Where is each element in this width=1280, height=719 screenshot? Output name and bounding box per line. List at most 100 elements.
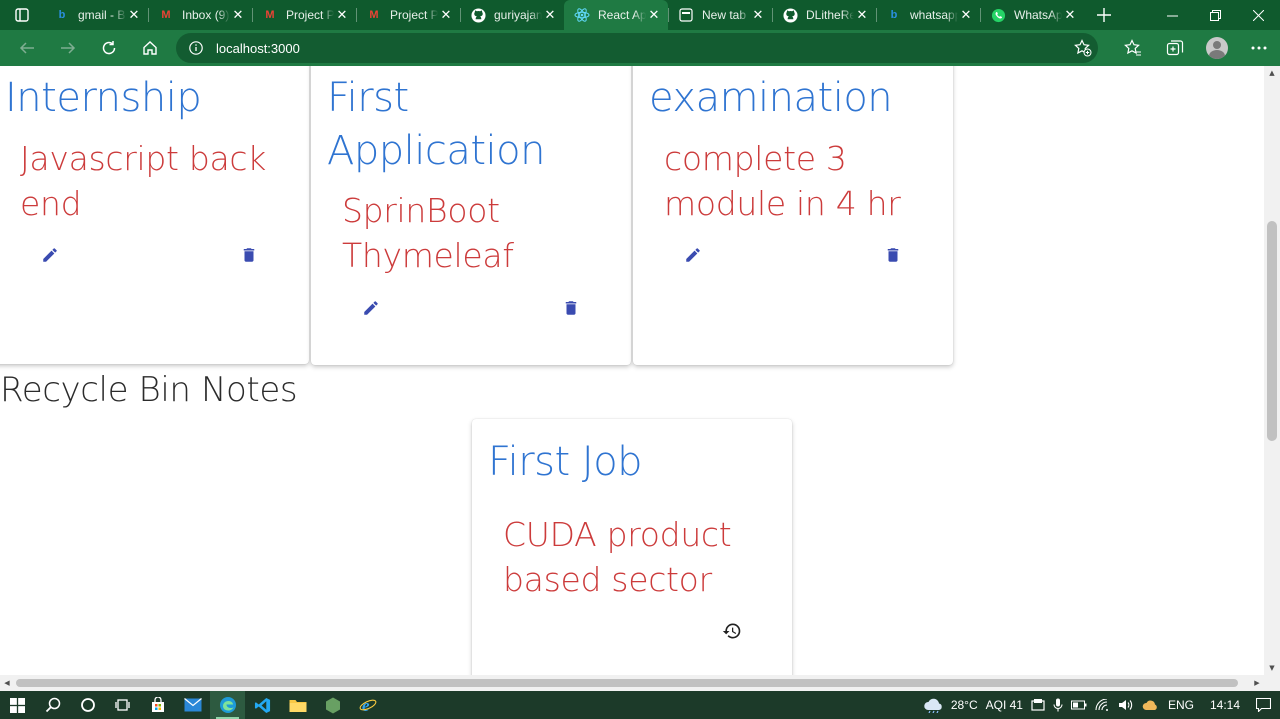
browser-tab-whatsapp-bing[interactable]: b whatsapp ✕	[876, 0, 980, 30]
close-window-button[interactable]	[1237, 0, 1280, 30]
task-view-button[interactable]	[105, 691, 140, 719]
pencil-icon	[43, 248, 57, 262]
close-tab-icon[interactable]: ✕	[1062, 7, 1078, 23]
browser-tab-github-guriyajan[interactable]: guriyajan ✕	[460, 0, 564, 30]
forward-button[interactable]	[47, 30, 88, 66]
store-button[interactable]	[140, 691, 175, 719]
close-tab-icon[interactable]: ✕	[542, 7, 558, 23]
wifi-icon[interactable]	[1091, 699, 1114, 711]
weather-widget[interactable]: 28°C AQI 41	[919, 697, 1027, 713]
collections-button[interactable]	[1154, 30, 1196, 66]
back-button[interactable]	[6, 30, 47, 66]
svg-text:e: e	[362, 696, 370, 714]
edit-button[interactable]	[38, 243, 62, 267]
cortana-icon	[80, 698, 95, 712]
cortana-button[interactable]	[70, 691, 105, 719]
nodejs-button[interactable]	[315, 691, 350, 719]
browser-tab-github-dlithere[interactable]: DLitheRe ✕	[772, 0, 876, 30]
onedrive-icon[interactable]	[1138, 700, 1162, 711]
restore-button[interactable]	[1194, 0, 1237, 30]
file-explorer-button[interactable]	[280, 691, 315, 719]
mail-icon	[183, 698, 202, 712]
clock[interactable]: 14:14	[1204, 698, 1246, 712]
restore-icon	[1210, 9, 1221, 21]
browser-tab-project-1[interactable]: M Project Phase ✕	[252, 0, 356, 30]
tray-app-icon[interactable]	[1027, 698, 1049, 712]
address-text[interactable]: localhost:3000	[216, 41, 300, 56]
avatar	[1206, 37, 1228, 59]
vscode-button[interactable]	[245, 691, 280, 719]
horizontal-scrollbar[interactable]: ◀ ▶	[0, 675, 1264, 691]
battery-icon[interactable]	[1067, 700, 1091, 710]
address-bar[interactable]: localhost:3000	[176, 33, 1098, 63]
note-card: examination complete 3 module in 4 hr	[633, 66, 953, 365]
close-tab-icon[interactable]: ✕	[126, 7, 142, 23]
settings-more-button[interactable]	[1238, 30, 1280, 66]
close-tab-icon[interactable]: ✕	[854, 7, 870, 23]
recycle-bin-heading: Recycle Bin Notes	[0, 370, 298, 410]
vertical-scroll-thumb[interactable]	[1267, 221, 1277, 441]
browser-tab-gmail-bing[interactable]: b gmail - Bing ✕	[44, 0, 148, 30]
windows-icon	[10, 697, 25, 713]
vertical-scrollbar[interactable]: ▲ ▼	[1264, 66, 1280, 675]
language-indicator[interactable]: ENG	[1164, 698, 1198, 712]
note-card: Internship Javascript back end	[0, 66, 309, 364]
close-tab-icon[interactable]: ✕	[646, 7, 662, 23]
note-body: complete 3 module in 4 hr	[664, 139, 901, 223]
delete-button[interactable]	[237, 243, 261, 267]
delete-button[interactable]	[559, 296, 583, 320]
browser-tab-react-app[interactable]: React App ✕	[564, 0, 668, 30]
weather-cloud-icon	[924, 698, 942, 713]
favorites-button[interactable]	[1112, 30, 1154, 66]
scroll-right-icon[interactable]: ▶	[1250, 675, 1264, 691]
close-tab-icon[interactable]: ✕	[438, 7, 454, 23]
refresh-button[interactable]	[88, 30, 129, 66]
profile-button[interactable]	[1196, 30, 1238, 66]
minimize-icon	[1167, 15, 1178, 16]
volume-icon[interactable]	[1114, 699, 1138, 711]
scroll-down-icon[interactable]: ▼	[1264, 661, 1280, 675]
add-favorite-icon[interactable]	[1074, 39, 1092, 61]
close-tab-icon[interactable]: ✕	[334, 7, 350, 23]
edge-taskbar-button[interactable]	[210, 691, 245, 719]
site-info-icon[interactable]	[176, 41, 216, 55]
close-tab-icon[interactable]: ✕	[230, 7, 246, 23]
edge-icon	[219, 697, 236, 713]
search-button[interactable]	[35, 691, 70, 719]
gmail-icon: M	[265, 9, 275, 21]
recycle-note-card: First Job CUDA product based sector	[472, 419, 792, 675]
note-body: CUDA product based sector	[503, 515, 732, 599]
home-button[interactable]	[129, 30, 170, 66]
start-button[interactable]	[0, 691, 35, 719]
close-tab-icon[interactable]: ✕	[958, 7, 974, 23]
favorites-icon	[1124, 39, 1141, 56]
bing-icon: b	[58, 9, 66, 21]
horizontal-scroll-thumb[interactable]	[16, 679, 1238, 687]
browser-tab-new-tab[interactable]: New tab ✕	[668, 0, 772, 30]
edit-button[interactable]	[681, 243, 705, 267]
mail-button[interactable]	[175, 691, 210, 719]
internet-explorer-button[interactable]: e	[350, 691, 385, 719]
scroll-left-icon[interactable]: ◀	[0, 675, 14, 691]
edit-button[interactable]	[359, 296, 383, 320]
new-tab-button[interactable]	[1084, 0, 1124, 30]
react-icon	[574, 7, 590, 23]
newtab-icon	[678, 7, 694, 23]
notifications-button[interactable]	[1246, 698, 1280, 712]
pencil-icon	[686, 248, 700, 262]
trash-icon	[565, 301, 577, 315]
delete-button[interactable]	[881, 243, 905, 267]
tab-actions-icon	[15, 8, 29, 22]
browser-tab-project-2[interactable]: M Project Phase ✕	[356, 0, 460, 30]
restore-note-button[interactable]	[720, 619, 744, 643]
scroll-up-icon[interactable]: ▲	[1264, 66, 1280, 80]
air-quality: AQI 41	[985, 698, 1023, 712]
browser-tab-inbox[interactable]: M Inbox (9) ✕	[148, 0, 252, 30]
note-card: First Application SprinBoot Thymeleaf	[311, 66, 631, 365]
microphone-icon[interactable]	[1049, 698, 1067, 712]
browser-tab-whatsapp[interactable]: WhatsApp ✕	[980, 0, 1084, 30]
tab-actions-button[interactable]	[0, 0, 44, 30]
minimize-button[interactable]	[1151, 0, 1194, 30]
close-tab-icon[interactable]: ✕	[750, 7, 766, 23]
note-title: First Job	[488, 439, 643, 485]
